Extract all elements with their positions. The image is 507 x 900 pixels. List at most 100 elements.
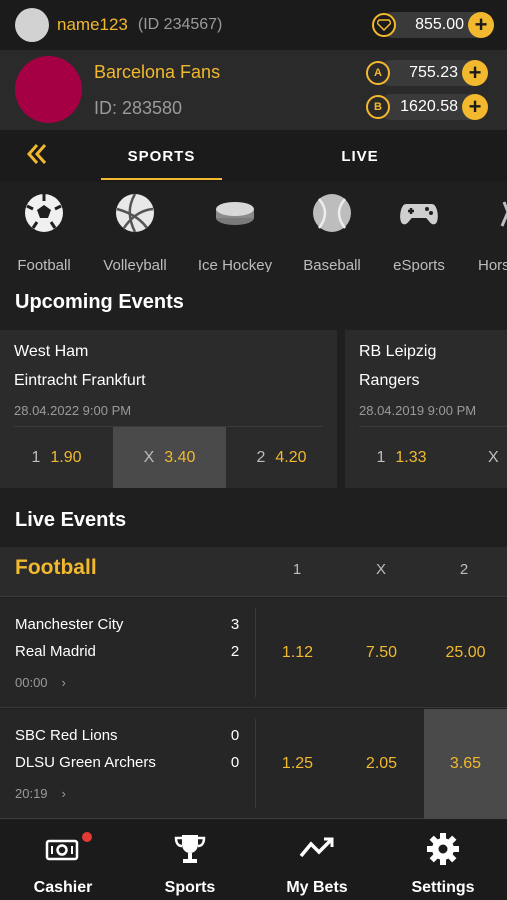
sport-label: Volleyball	[103, 257, 167, 272]
tab-live[interactable]: LIVE	[300, 130, 420, 182]
nav-item-my-bets[interactable]: My Bets	[254, 820, 380, 900]
odd-key: X	[143, 448, 155, 466]
sport-label: Ice Hockey	[197, 257, 273, 272]
match-home-team: SBC Red Lions	[15, 727, 118, 744]
chevron-right-icon[interactable]: ›	[62, 675, 66, 690]
odd-value: 1.33	[395, 448, 427, 466]
match-away-score: 2	[230, 643, 240, 660]
odd-key: 2	[256, 448, 266, 466]
event-away-team: Rangers	[359, 372, 420, 389]
event-card[interactable]: RB Leipzig Rangers 28.04.2019 9:00 PM 1 …	[345, 330, 507, 488]
nav-label: My Bets	[286, 879, 348, 896]
odd-value: 3.40	[164, 448, 196, 466]
sport-label: Baseball	[303, 257, 361, 272]
match-home-score: 3	[230, 616, 240, 633]
live-match-row[interactable]: Manchester City 3 Real Madrid 2 00:00 › 1…	[0, 598, 507, 708]
live-odd-button-2[interactable]: 25.00	[424, 598, 507, 708]
user-avatar[interactable]	[15, 8, 49, 42]
gamepad-icon	[400, 204, 438, 225]
club-balance-a-value: 755.23	[409, 64, 458, 81]
nav-label: Settings	[411, 879, 475, 896]
event-date: 28.04.2019 9:00 PM	[359, 403, 477, 418]
add-user-balance-button[interactable]: +	[468, 12, 494, 38]
event-date: 28.04.2022 9:00 PM	[14, 403, 132, 418]
live-odd-button-x[interactable]: 2.05	[340, 709, 423, 819]
odd-button-draw[interactable]: X 3.40	[113, 427, 226, 488]
upcoming-events-title: Upcoming Events	[15, 291, 184, 313]
odd-button-home[interactable]: 1 1.33	[345, 427, 458, 488]
nav-item-settings[interactable]: Settings	[380, 820, 506, 900]
coin-a-icon: A	[366, 61, 390, 85]
sport-item-football[interactable]: Football	[0, 192, 89, 272]
nav-label: Cashier	[33, 879, 93, 896]
match-home-score: 0	[230, 727, 240, 744]
odd-button-home[interactable]: 1 1.90	[0, 427, 113, 488]
sport-item-horse-racing[interactable]: Hors	[460, 192, 507, 272]
sports-carousel: Football Volleyball Ice Hockey Baseball …	[0, 182, 507, 272]
club-bar: Barcelona Fans ID: 283580 755.23 A + 162…	[0, 50, 507, 130]
live-odd-button-1[interactable]: 1.25	[256, 709, 339, 819]
add-club-balance-b-button[interactable]: +	[462, 94, 488, 120]
tab-sports[interactable]: SPORTS	[101, 130, 222, 182]
match-away-team: Real Madrid	[15, 643, 96, 660]
match-time-value: 00:00	[15, 675, 48, 690]
hockey-puck-icon	[216, 202, 254, 225]
odd-key: 1	[31, 448, 41, 466]
upcoming-events-carousel: West Ham Eintracht Frankfurt 28.04.2022 …	[0, 330, 507, 488]
cashier-icon	[45, 839, 79, 861]
coin-b-icon: B	[366, 95, 390, 119]
match-away-score: 0	[230, 754, 240, 771]
gear-icon	[427, 833, 459, 865]
match-away-team: DLSU Green Archers	[15, 754, 156, 771]
bottom-navigation: Cashier Sports My Bets Settings	[0, 820, 507, 900]
club-balance-b-value: 1620.58	[400, 98, 458, 115]
diamond-coin-icon	[372, 13, 396, 37]
nav-label: Sports	[164, 879, 216, 896]
user-bar: name123 (ID 234567) 855.00 +	[0, 0, 507, 50]
club-balance-a: 755.23 A +	[366, 60, 488, 86]
tab-bar: SPORTS LIVE	[0, 130, 507, 182]
live-match-row[interactable]: SBC Red Lions 0 DLSU Green Archers 0 20:…	[0, 709, 507, 819]
user-id: (ID 234567)	[137, 16, 223, 33]
odd-key: X	[488, 448, 499, 466]
sport-label: Football	[17, 257, 71, 272]
sport-item-esports[interactable]: eSports	[374, 192, 464, 272]
sport-label: Hors	[478, 257, 507, 272]
add-club-balance-a-button[interactable]: +	[462, 60, 488, 86]
user-balance: 855.00 +	[370, 12, 494, 38]
club-avatar[interactable]	[15, 56, 82, 123]
sport-label: eSports	[393, 257, 445, 272]
odd-button-away[interactable]: 2 4.20	[226, 427, 337, 488]
odd-button-draw[interactable]: X	[458, 427, 507, 488]
column-header-x: X	[375, 561, 386, 578]
sport-item-volleyball[interactable]: Volleyball	[90, 192, 180, 272]
notification-dot	[82, 832, 92, 842]
event-card[interactable]: West Ham Eintracht Frankfurt 28.04.2022 …	[0, 330, 337, 488]
live-sport-header: Football 1 X 2	[0, 547, 507, 597]
match-time: 00:00 ›	[15, 675, 66, 690]
odd-key: 1	[376, 448, 386, 466]
nav-item-cashier[interactable]: Cashier	[0, 820, 126, 900]
user-balance-value: 855.00	[415, 16, 464, 33]
live-odd-button-2[interactable]: 3.65	[424, 709, 507, 819]
horse-icon	[500, 201, 507, 227]
sport-item-baseball[interactable]: Baseball	[287, 192, 377, 272]
chevron-right-icon[interactable]: ›	[62, 786, 66, 801]
event-home-team: West Ham	[14, 343, 89, 360]
double-chevron-left-icon[interactable]	[25, 142, 49, 173]
username: name123	[57, 15, 128, 34]
baseball-icon	[313, 194, 351, 232]
live-sport-name: Football	[15, 556, 97, 579]
match-time: 20:19 ›	[15, 786, 66, 801]
live-odd-button-1[interactable]: 1.12	[256, 598, 339, 708]
soccer-ball-icon	[25, 194, 63, 232]
event-away-team: Eintracht Frankfurt	[14, 372, 146, 389]
nav-item-sports[interactable]: Sports	[127, 820, 253, 900]
column-header-1: 1	[292, 561, 302, 578]
live-odd-button-x[interactable]: 7.50	[340, 598, 423, 708]
club-balance-b: 1620.58 B +	[366, 94, 488, 120]
sport-item-ice-hockey[interactable]: Ice Hockey	[190, 192, 280, 272]
trophy-icon	[174, 835, 206, 863]
event-home-team: RB Leipzig	[359, 343, 437, 360]
odd-value: 4.20	[275, 448, 307, 466]
